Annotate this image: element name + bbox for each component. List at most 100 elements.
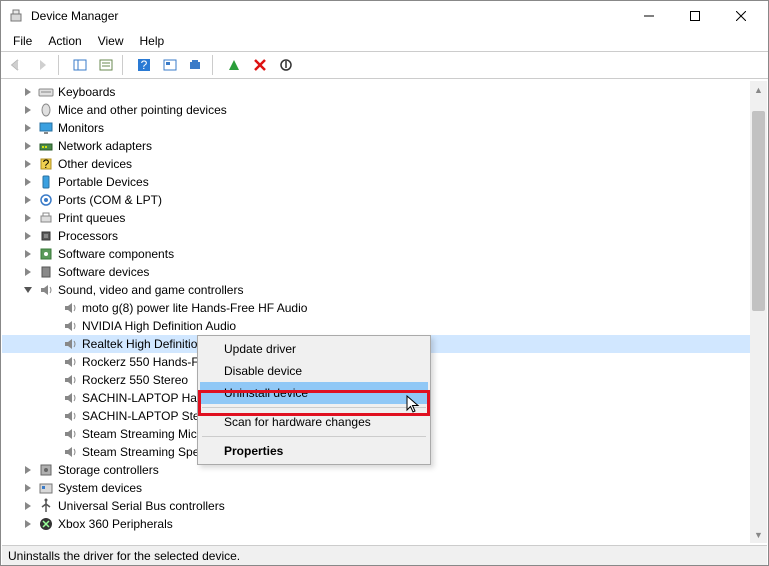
storage-icon [38,462,54,478]
tree-pane: Keyboards Mice and other pointing devices… [2,81,767,543]
keyboard-icon [38,84,54,100]
chevron-right-icon[interactable] [22,464,34,476]
menu-help[interactable]: Help [132,32,173,50]
tree-row-label: SACHIN-LAPTOP Ster [82,409,208,423]
tree-row[interactable]: Print queues [2,209,750,227]
tree-row-label: Software devices [58,265,153,279]
scroll-down-button[interactable]: ▼ [750,526,767,543]
tree-row[interactable]: System devices [2,479,750,497]
chevron-right-icon[interactable] [22,140,34,152]
tree-row[interactable]: Keyboards [2,83,750,101]
context-menu-item[interactable]: Scan for hardware changes [200,411,428,433]
tree-row[interactable]: Network adapters [2,137,750,155]
tree-row[interactable]: Portable Devices [2,173,750,191]
device-tree[interactable]: Keyboards Mice and other pointing devices… [2,81,750,543]
tree-row-label: Rockerz 550 Hands-Fr [82,355,207,369]
scrollbar[interactable]: ▲ ▼ [750,81,767,543]
chevron-right-icon[interactable] [22,518,34,530]
sound-icon [62,408,78,424]
tree-row[interactable]: Universal Serial Bus controllers [2,497,750,515]
caret-none [46,446,58,458]
context-menu-item[interactable]: Properties [200,440,428,462]
disable-device-button[interactable] [274,53,298,77]
tree-row-label: Other devices [58,157,136,171]
properties-button[interactable] [94,53,118,77]
chevron-right-icon[interactable] [22,176,34,188]
tree-row[interactable]: ?Other devices [2,155,750,173]
tree-row[interactable]: Monitors [2,119,750,137]
minimize-button[interactable] [626,1,672,31]
chevron-right-icon[interactable] [22,86,34,98]
context-menu-item[interactable]: Disable device [200,360,428,382]
context-menu-item[interactable]: Update driver [200,338,428,360]
tree-row-label: Xbox 360 Peripherals [58,517,177,531]
scan-hardware-button[interactable] [158,53,182,77]
chevron-right-icon[interactable] [22,500,34,512]
sound-icon [62,372,78,388]
tree-row[interactable]: Processors [2,227,750,245]
context-menu-separator [202,436,426,437]
tree-row-label: Sound, video and game controllers [58,283,247,297]
tree-row-label: NVIDIA High Definition Audio [82,319,240,333]
tree-row[interactable]: Ports (COM & LPT) [2,191,750,209]
swcomp-icon [38,246,54,262]
tree-row-label: Realtek High Definitio [82,337,201,351]
tree-row[interactable]: Software devices [2,263,750,281]
tree-row[interactable]: NVIDIA High Definition Audio [2,317,750,335]
maximize-button[interactable] [672,1,718,31]
back-button[interactable] [4,53,28,77]
menu-file[interactable]: File [5,32,40,50]
context-menu[interactable]: Update driverDisable deviceUninstall dev… [197,335,431,465]
toolbar: ? [1,51,768,79]
tree-row-label: Steam Streaming Spea [82,445,210,459]
chevron-right-icon[interactable] [22,104,34,116]
help-button[interactable]: ? [132,53,156,77]
menubar: File Action View Help [1,31,768,51]
caret-none [46,338,58,350]
sound-icon [62,354,78,370]
sound-icon [62,444,78,460]
show-hide-tree-button[interactable] [68,53,92,77]
tree-row[interactable]: Xbox 360 Peripherals [2,515,750,533]
caret-none [46,374,58,386]
tree-row-label: Storage controllers [58,463,163,477]
chevron-right-icon[interactable] [22,248,34,260]
port-icon [38,192,54,208]
enable-device-button[interactable] [222,53,246,77]
chevron-right-icon[interactable] [22,230,34,242]
tree-row-label: Software components [58,247,178,261]
tree-row-label: Mice and other pointing devices [58,103,231,117]
caret-none [46,428,58,440]
tree-row[interactable]: Mice and other pointing devices [2,101,750,119]
toolbar-separator-3 [212,55,218,75]
scroll-thumb[interactable] [752,111,765,311]
window-title: Device Manager [31,9,626,23]
tree-row[interactable]: Software components [2,245,750,263]
chevron-right-icon[interactable] [22,158,34,170]
tree-row-label: Print queues [58,211,129,225]
chevron-right-icon[interactable] [22,122,34,134]
caret-none [46,410,58,422]
chevron-right-icon[interactable] [22,212,34,224]
cpu-icon [38,228,54,244]
scroll-up-button[interactable]: ▲ [750,81,767,98]
chevron-down-icon[interactable] [22,284,34,296]
forward-button[interactable] [30,53,54,77]
tree-row-label: Steam Streaming Micr [82,427,205,441]
update-driver-button[interactable] [184,53,208,77]
close-button[interactable] [718,1,764,31]
context-menu-separator [202,407,426,408]
menu-view[interactable]: View [90,32,132,50]
uninstall-device-button[interactable] [248,53,272,77]
tree-row[interactable]: moto g(8) power lite Hands-Free HF Audio [2,299,750,317]
chevron-right-icon[interactable] [22,482,34,494]
tree-row-label: Network adapters [58,139,156,153]
caret-none [46,320,58,332]
menu-action[interactable]: Action [40,32,89,50]
status-text: Uninstalls the driver for the selected d… [8,549,240,563]
tree-row[interactable]: Sound, video and game controllers [2,281,750,299]
window-controls [626,1,764,31]
chevron-right-icon[interactable] [22,194,34,206]
chevron-right-icon[interactable] [22,266,34,278]
context-menu-item[interactable]: Uninstall device [200,382,428,404]
